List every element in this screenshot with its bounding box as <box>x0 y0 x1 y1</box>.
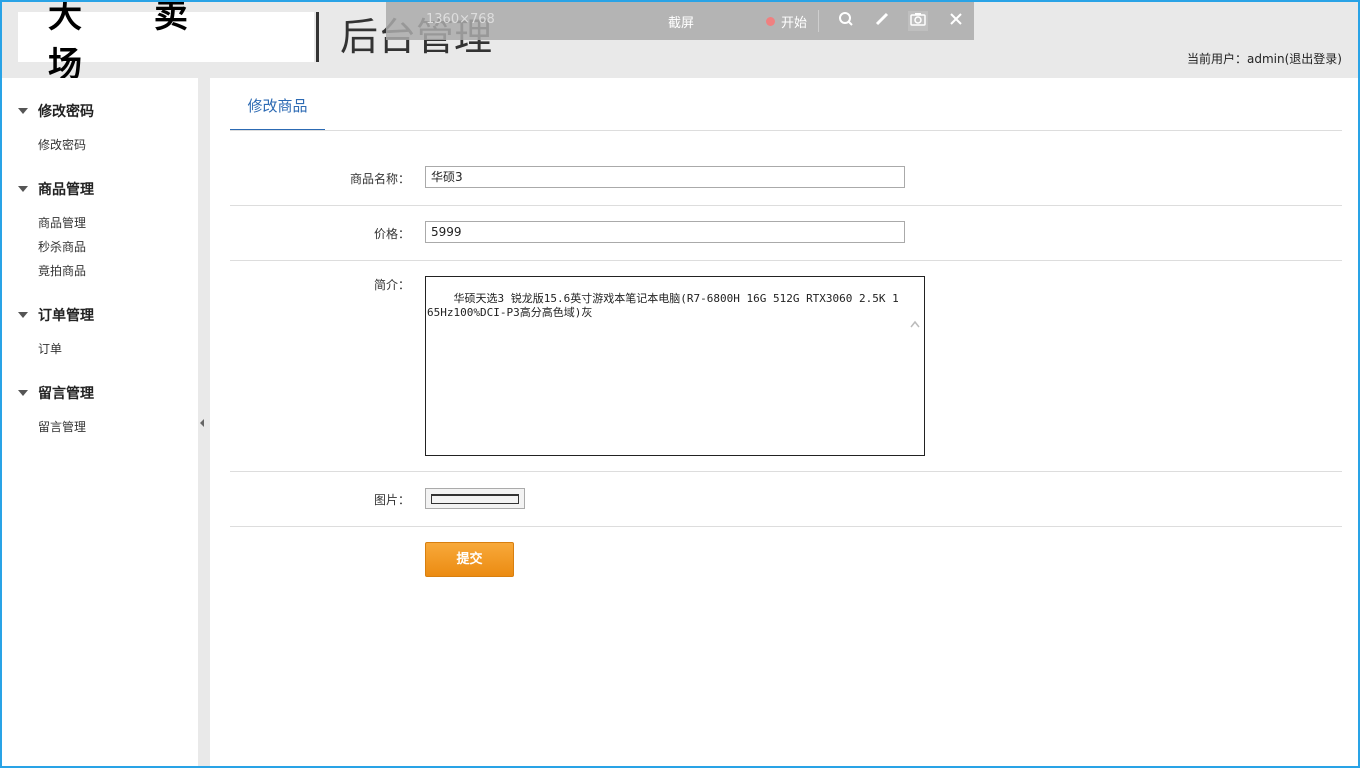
sidebar-item-messages[interactable]: 留言管理 <box>38 418 86 435</box>
user-info: 当前用户：admin(退出登录) <box>1187 50 1342 67</box>
sidebar-item-auction[interactable]: 竟拍商品 <box>38 262 86 279</box>
close-icon[interactable] <box>946 11 966 31</box>
scroll-up-icon[interactable] <box>910 291 920 347</box>
sidebar-section-orders[interactable]: 订单管理 <box>18 305 94 325</box>
sidebar-section-title: 商品管理 <box>38 182 94 198</box>
sidebar-item-flash-sale[interactable]: 秒杀商品 <box>38 238 86 255</box>
row-divider <box>230 205 1342 206</box>
price-label: 价格： <box>373 227 410 241</box>
sidebar-item-change-password[interactable]: 修改密码 <box>38 136 86 153</box>
tab-divider <box>230 130 1342 131</box>
toolbar-divider <box>818 10 819 32</box>
logo-divider <box>316 12 319 62</box>
chevron-down-icon <box>18 390 28 396</box>
capture-size-label: 1360×768 <box>426 12 495 27</box>
record-icon <box>766 17 775 26</box>
submit-button[interactable]: 提交 <box>425 542 514 577</box>
product-name-label: 商品名称： <box>349 172 410 186</box>
sidebar-section-title: 修改密码 <box>38 104 94 120</box>
row-divider <box>230 526 1342 527</box>
sidebar-section-title: 留言管理 <box>38 386 94 402</box>
screen-capture-toolbar: 1360×768 截屏 开始 <box>386 2 974 40</box>
description-text: 华硕天选3 锐龙版15.6英寸游戏本笔记本电脑(R7-6800H 16G 512… <box>427 292 899 319</box>
pen-icon[interactable] <box>872 11 892 31</box>
price-input[interactable]: 5999 <box>425 221 905 243</box>
sidebar-section-products[interactable]: 商品管理 <box>18 179 94 199</box>
sidebar-item-products[interactable]: 商品管理 <box>38 214 86 231</box>
logo: 大 卖 场 <box>18 0 314 85</box>
chevron-down-icon <box>18 312 28 318</box>
row-divider <box>230 471 1342 472</box>
description-textarea[interactable]: 华硕天选3 锐龙版15.6英寸游戏本笔记本电脑(R7-6800H 16G 512… <box>425 276 925 456</box>
sidebar-item-orders[interactable]: 订单 <box>38 340 62 357</box>
username: admin <box>1247 52 1285 66</box>
capture-start-button[interactable]: 开始 <box>766 12 807 31</box>
search-icon[interactable] <box>836 11 856 31</box>
collapse-arrow-icon[interactable] <box>200 419 204 427</box>
logout-link[interactable]: (退出登录) <box>1285 52 1342 66</box>
file-input-icon <box>431 493 519 504</box>
capture-title: 截屏 <box>668 16 695 31</box>
scroll-down-icon[interactable] <box>910 427 920 455</box>
logo-text: 大 卖 场 <box>48 0 218 85</box>
chevron-down-icon <box>18 186 28 192</box>
tab-edit-product[interactable]: 修改商品 <box>230 78 325 131</box>
sidebar-section-title: 订单管理 <box>38 308 94 324</box>
product-name-input[interactable]: 华硕3 <box>425 166 905 188</box>
description-label: 简介： <box>373 278 410 292</box>
sidebar: 修改密码 修改密码 商品管理 商品管理 秒杀商品 竟拍商品 订单管理 订单 留言… <box>2 78 198 766</box>
row-divider <box>230 260 1342 261</box>
user-prefix: 当前用户： <box>1187 52 1248 66</box>
main-content: 修改商品 商品名称： 华硕3 价格： 5999 简介： 华硕天选3 锐龙版15.… <box>210 78 1358 766</box>
sidebar-section-password[interactable]: 修改密码 <box>18 101 94 121</box>
image-label: 图片： <box>373 493 410 507</box>
image-upload-button[interactable] <box>425 488 525 509</box>
capture-start-label: 开始 <box>781 16 808 31</box>
chevron-down-icon <box>18 108 28 114</box>
sidebar-section-messages[interactable]: 留言管理 <box>18 383 94 403</box>
camera-icon[interactable] <box>908 11 928 31</box>
